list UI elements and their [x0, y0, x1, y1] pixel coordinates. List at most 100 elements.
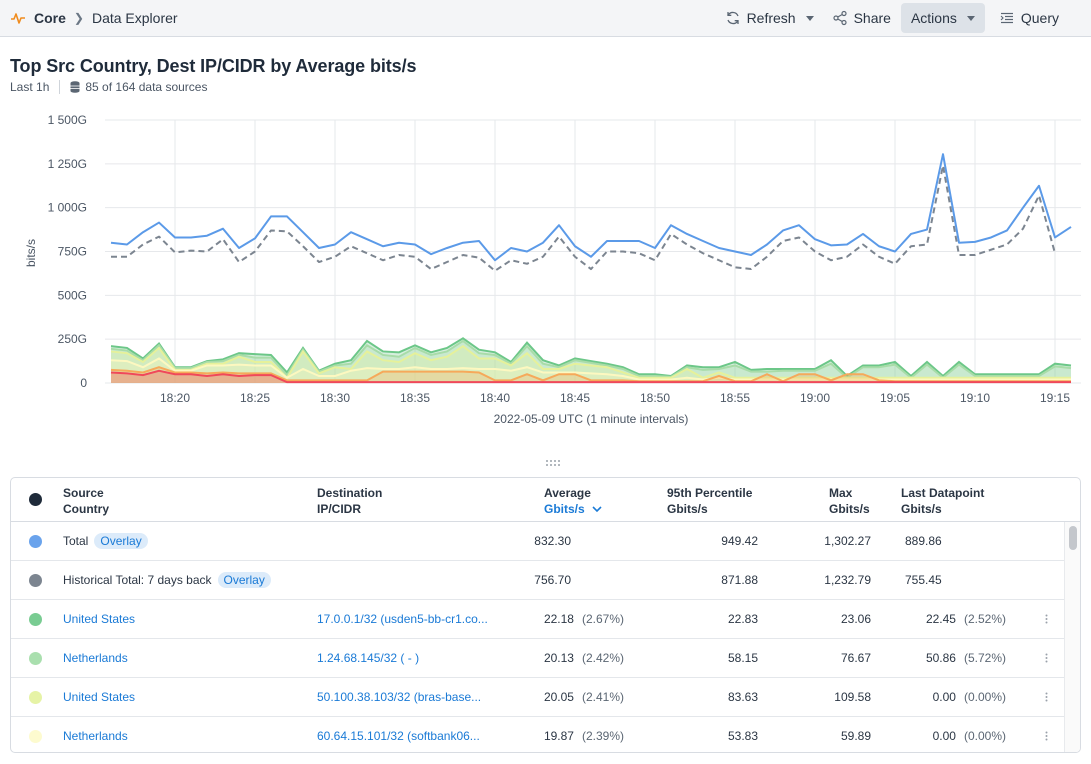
- source-country[interactable]: Netherlands: [63, 639, 128, 678]
- col-destination[interactable]: Destination IP/CIDR: [317, 485, 382, 517]
- x-tick-label: 18:30: [320, 391, 350, 405]
- y-tick-label: 1 250G: [48, 157, 87, 171]
- y-tick-label: 750G: [58, 245, 87, 259]
- average-value: 20.05 (2.41%): [543, 690, 624, 704]
- refresh-icon: [726, 11, 739, 25]
- results-table: Source Country Destination IP/CIDR Average…: [10, 477, 1081, 753]
- sort-desc-chevron-icon: [592, 506, 602, 513]
- top-bar: Core ❯ Data Explorer Refresh Share Actio…: [0, 0, 1091, 37]
- scrollbar-thumb[interactable]: [1069, 526, 1077, 550]
- last-value: 755.45: [905, 573, 942, 587]
- last-value: 0.00 (0.00%): [932, 690, 1006, 704]
- actions-button[interactable]: Actions: [900, 3, 985, 33]
- destination-ip[interactable]: 17.0.0.1/32 (usden5-bb-cr1.co...: [317, 600, 488, 639]
- x-tick-label: 19:05: [880, 391, 910, 405]
- resize-grip-icon[interactable]: [545, 459, 565, 467]
- actions-label: Actions: [910, 10, 957, 26]
- col-last[interactable]: Last Datapoint Gbits/s: [901, 485, 984, 517]
- p95-value: 22.83: [727, 612, 758, 626]
- data-sources-count[interactable]: 85 of 164 data sources: [85, 80, 207, 94]
- p95-value: 83.63: [727, 690, 758, 704]
- table-row[interactable]: United States 17.0.0.1/32 (usden5-bb-cr1.…: [11, 600, 1066, 639]
- x-tick-label: 18:50: [640, 391, 670, 405]
- table-row[interactable]: United States 50.100.38.103/32 (bras-base…: [11, 678, 1066, 717]
- x-tick-label: 18:55: [720, 391, 750, 405]
- refresh-label: Refresh: [746, 10, 796, 26]
- last-value: 0.00 (0.00%): [932, 729, 1006, 743]
- table-row[interactable]: Historical Total: 7 days back Overlay 756.…: [11, 561, 1066, 600]
- destination-ip[interactable]: 60.64.15.101/32 (softbank06...: [317, 717, 480, 752]
- table-scrollbar[interactable]: [1064, 522, 1080, 752]
- average-value: 22.18 (2.67%): [543, 612, 624, 626]
- last-value: 889.86: [905, 534, 942, 548]
- x-tick-label: 19:00: [800, 391, 830, 405]
- destination-ip[interactable]: 1.24.68.145/32 ( - ): [317, 639, 419, 678]
- p95-value: 58.15: [727, 651, 758, 665]
- kebab-menu-icon[interactable]: [1045, 731, 1048, 741]
- series-color-dot[interactable]: [29, 652, 42, 665]
- x-tick-label: 19:10: [960, 391, 990, 405]
- table-header: Source Country Destination IP/CIDR Average…: [11, 478, 1080, 522]
- kebab-menu-icon[interactable]: [1045, 692, 1048, 702]
- share-button[interactable]: Share: [824, 3, 899, 33]
- last-value: 22.45 (2.52%): [925, 612, 1006, 626]
- destination-ip[interactable]: 50.100.38.103/32 (bras-base...: [317, 678, 481, 717]
- chart-header: Top Src Country, Dest IP/CIDR by Average…: [0, 37, 1091, 94]
- p95-value: 949.42: [721, 534, 758, 548]
- x-tick-label: 18:20: [160, 391, 190, 405]
- source-country: Historical Total: 7 days back Overlay: [63, 561, 271, 600]
- page-title: Top Src Country, Dest IP/CIDR by Average…: [10, 56, 417, 76]
- time-series-chart[interactable]: 0 250G 500G 750G 1 000G 1 250G 1 500G 18:20 18:…: [0, 105, 1091, 435]
- series-color-dot[interactable]: [29, 730, 42, 743]
- kebab-menu-icon[interactable]: [1045, 614, 1048, 624]
- refresh-button[interactable]: Refresh: [717, 3, 804, 33]
- series-color-dot[interactable]: [29, 574, 42, 587]
- max-value: 76.67: [840, 651, 871, 665]
- y-tick-label: 500G: [58, 288, 87, 302]
- y-tick-label: 250G: [58, 332, 87, 346]
- col-source[interactable]: Source Country: [63, 485, 109, 517]
- query-label: Query: [1020, 10, 1059, 26]
- kebab-menu-icon[interactable]: [1045, 653, 1048, 663]
- source-country[interactable]: United States: [63, 600, 135, 639]
- chart-meta: Last 1h 85 of 164 data sources: [10, 80, 1081, 94]
- x-tick-label: 18:25: [240, 391, 270, 405]
- col-max[interactable]: Max Gbits/s: [829, 485, 870, 517]
- table-row[interactable]: Netherlands 1.24.68.145/32 ( - ) 20.13 (2.4…: [11, 639, 1066, 678]
- overlay-badge: Overlay: [217, 572, 271, 588]
- table-body: Total Overlay 832.30 949.42 1,302.27 889.86 Hi…: [11, 522, 1080, 752]
- table-row[interactable]: Netherlands 60.64.15.101/32 (softbank06..…: [11, 717, 1066, 752]
- breadcrumb-page: Data Explorer: [91, 10, 178, 26]
- breadcrumb-core[interactable]: Core: [34, 10, 66, 26]
- series-color-dot[interactable]: [29, 691, 42, 704]
- query-list-icon: [1000, 12, 1013, 24]
- overlay-badge: Overlay: [94, 533, 148, 549]
- max-value: 59.89: [840, 729, 871, 743]
- chevron-right-icon: ❯: [73, 11, 84, 25]
- p95-value: 53.83: [727, 729, 758, 743]
- average-value: 832.30: [534, 534, 571, 548]
- x-tick-label: 19:15: [1040, 391, 1070, 405]
- source-country[interactable]: Netherlands: [63, 717, 128, 752]
- select-all-dot[interactable]: [29, 493, 42, 506]
- x-tick-label: 18:45: [560, 391, 590, 405]
- share-label: Share: [853, 10, 891, 26]
- y-axis-label: bits/s: [24, 239, 38, 267]
- historical-total-line[interactable]: [111, 164, 1056, 272]
- time-range[interactable]: Last 1h: [10, 80, 49, 94]
- x-tick-label: 18:40: [480, 391, 510, 405]
- x-axis-label: 2022-05-09 UTC (1 minute intervals): [494, 412, 689, 426]
- series-color-dot[interactable]: [29, 613, 42, 626]
- refresh-dropdown-button[interactable]: [804, 3, 824, 33]
- average-value: 20.13 (2.42%): [543, 651, 624, 665]
- max-value: 1,232.79: [824, 573, 871, 587]
- source-country[interactable]: United States: [63, 678, 135, 717]
- max-value: 1,302.27: [824, 534, 871, 548]
- series-color-dot[interactable]: [29, 535, 42, 548]
- average-value: 19.87 (2.39%): [543, 729, 624, 743]
- table-row[interactable]: Total Overlay 832.30 949.42 1,302.27 889.86: [11, 522, 1066, 561]
- col-p95[interactable]: 95th Percentile Gbits/s: [667, 485, 752, 517]
- average-value: 756.70: [534, 573, 571, 587]
- col-average[interactable]: Average Gbits/s: [544, 485, 602, 517]
- query-button[interactable]: Query: [991, 3, 1067, 33]
